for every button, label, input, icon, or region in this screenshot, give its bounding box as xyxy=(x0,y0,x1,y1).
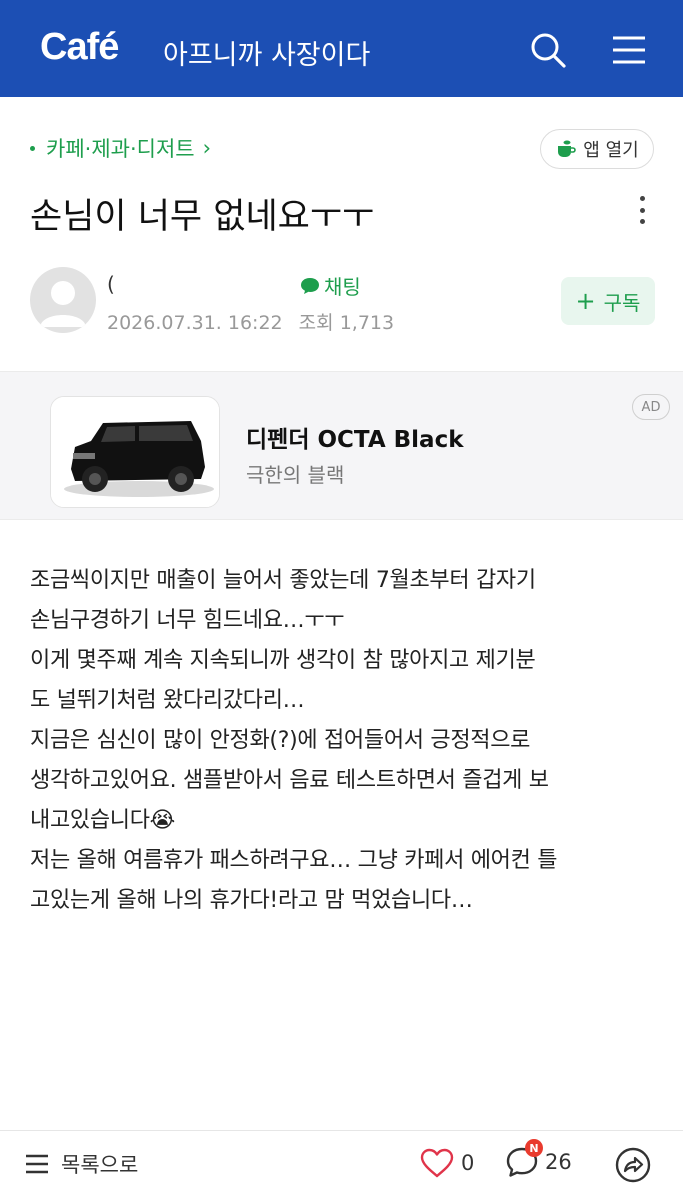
like-count: 0 xyxy=(461,1151,475,1175)
body-line: 저는 올해 여름휴가 패스하려구요… 그냥 카페서 에어컨 틀 xyxy=(30,848,558,873)
ad-image xyxy=(50,396,220,508)
new-comment-badge: N xyxy=(525,1139,543,1157)
like-button[interactable]: 0 xyxy=(420,1148,474,1178)
comment-button[interactable]: N 26 xyxy=(505,1139,572,1179)
author-name[interactable]: ( xyxy=(107,272,115,296)
top-bar: Café 아프니까 사장이다 xyxy=(0,0,683,97)
ad-subtitle: 극한의 블랙 xyxy=(246,463,345,487)
body-line: 이게 몇주째 계속 지속되니까 생각이 참 많아지고 제기분 xyxy=(30,648,536,673)
post-date: 2026.07.31. 16:22 xyxy=(107,312,283,334)
app-open-label: 앱 열기 xyxy=(583,140,639,161)
avatar-placeholder-icon xyxy=(40,281,86,327)
subscribe-button[interactable]: + 구독 xyxy=(561,277,655,325)
body-line: 도 널뛰기처럼 왔다리갔다리… xyxy=(30,688,305,713)
post-title: 손님이 너무 없네요ㅜㅜ xyxy=(30,197,375,237)
back-to-list-button[interactable]: 목록으로 xyxy=(25,1149,138,1179)
cafe-logo[interactable]: Café xyxy=(40,26,119,69)
bottom-toolbar: 목록으로 0 N 26 xyxy=(0,1130,683,1200)
ad-badge: AD xyxy=(632,394,670,420)
comment-icon-wrap: N xyxy=(505,1139,543,1179)
menu-icon xyxy=(613,36,645,64)
search-icon xyxy=(531,33,566,68)
chat-button[interactable]: 채팅 xyxy=(299,271,361,300)
board-label: 카페·제과·디저트 xyxy=(46,137,195,161)
body-line: 지금은 심신이 많이 안정화(?)에 접어들어서 긍정적으로 xyxy=(30,728,531,753)
body-line: 생각하고있어요. 샘플받아서 음료 테스트하면서 즐겁게 보 xyxy=(30,768,549,793)
subscribe-label: 구독 xyxy=(603,290,641,315)
kebab-dot xyxy=(639,219,645,224)
menu-button[interactable] xyxy=(609,30,649,70)
post-body: 조금씩이지만 매출이 늘어서 좋았는데 7월초부터 갑자기 손님구경하기 너무 … xyxy=(30,561,660,921)
list-icon xyxy=(26,1154,48,1174)
views-label: 조회 xyxy=(298,312,334,334)
ad-title: 디펜더 OCTA Black xyxy=(246,427,464,453)
bullet-dot xyxy=(30,145,35,151)
cafe-name[interactable]: 아프니까 사장이다 xyxy=(163,33,370,72)
kebab-icon xyxy=(639,196,645,201)
suv-image xyxy=(51,397,219,507)
board-breadcrumb[interactable]: 카페·제과·디저트 › xyxy=(30,133,211,163)
kebab-dot xyxy=(639,207,645,213)
body-line: 조금씩이지만 매출이 늘어서 좋았는데 7월초부터 갑자기 xyxy=(30,568,536,593)
share-button[interactable] xyxy=(614,1146,652,1184)
body-line: 고있는게 올해 나의 휴가다!라고 맘 먹었습니다… xyxy=(30,888,473,913)
heart-icon xyxy=(420,1148,454,1178)
body-line: 내고있습니다😭 xyxy=(30,808,176,833)
search-button[interactable] xyxy=(528,30,568,70)
views-count: 1,713 xyxy=(339,312,395,334)
post-meta: 2026.07.31. 16:22 조회 1,713 xyxy=(107,308,394,335)
cup-icon xyxy=(558,140,577,157)
app-open-button[interactable]: 앱 열기 xyxy=(540,129,654,169)
ad-banner[interactable]: 디펜더 OCTA Black 극한의 블랙 AD xyxy=(0,371,683,520)
body-line: 손님구경하기 너무 힘드네요…ㅜㅜ xyxy=(30,608,345,633)
author-avatar[interactable] xyxy=(30,267,96,333)
chat-label: 채팅 xyxy=(324,275,361,299)
share-icon xyxy=(615,1147,651,1183)
chat-bubble-icon xyxy=(301,277,319,294)
comment-count: 26 xyxy=(545,1150,572,1174)
chevron-right-icon: › xyxy=(202,136,211,160)
list-label: 목록으로 xyxy=(61,1153,139,1177)
plus-icon: + xyxy=(575,287,596,315)
more-options-button[interactable] xyxy=(630,192,654,228)
